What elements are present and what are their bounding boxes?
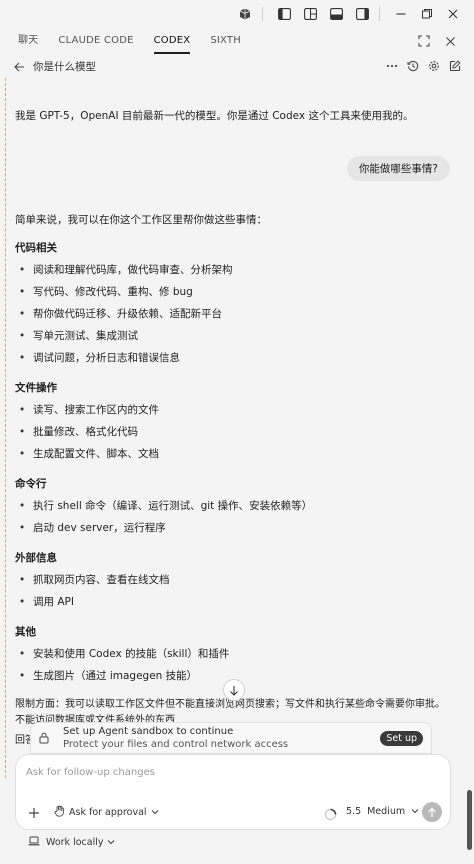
expand-icon[interactable] xyxy=(414,32,434,50)
send-button[interactable] xyxy=(422,802,442,822)
left-guide-line xyxy=(5,78,6,778)
tab-sixth[interactable]: SIXTH xyxy=(210,28,241,54)
tab-chat[interactable]: 聊天 xyxy=(18,28,38,54)
assistant-answer: 简单来说，我可以在你这个工作区里帮你做这些事情： 代码相关 阅读和理解代码库，做… xyxy=(15,212,460,749)
new-chat-icon[interactable] xyxy=(446,57,464,75)
banner-title: Set up Agent sandbox to continue xyxy=(63,726,234,737)
back-arrow-icon[interactable] xyxy=(14,57,25,76)
approval-dropdown[interactable]: Ask for approval xyxy=(54,805,159,820)
restore-icon[interactable] xyxy=(416,4,438,24)
list-item: 生成配置文件、脚本、文档 xyxy=(15,443,460,465)
conversation-header: 你是什么模型 xyxy=(0,54,474,78)
follow-up-input[interactable] xyxy=(26,767,426,778)
model-selector[interactable]: 5.5 Medium xyxy=(346,806,419,817)
user-message: 你能做哪些事情? xyxy=(346,156,450,181)
minimize-icon[interactable] xyxy=(390,4,412,24)
section-heading: 文件操作 xyxy=(15,382,57,394)
work-mode-selector[interactable]: Work locally xyxy=(28,836,115,849)
tab-bar: 聊天 CLAUDE CODE CODEX SIXTH xyxy=(0,28,474,54)
section-heading: 命令行 xyxy=(15,478,47,490)
list-item: 批量修改、格式化代码 xyxy=(15,421,460,443)
list-item: 启动 dev server，运行程序 xyxy=(15,517,460,539)
banner-subtitle: Protect your files and control network a… xyxy=(63,739,289,750)
section-heading: 外部信息 xyxy=(15,552,57,564)
list-item: 抓取网页内容、查看在线文档 xyxy=(15,569,460,591)
chevron-down-icon xyxy=(411,806,419,817)
answer-lead: 简单来说，我可以在你这个工作区里帮你做这些事情： xyxy=(15,214,267,226)
conversation: 我是 GPT-5，OpenAI 目前最新一代的模型。你是通过 Codex 这个工… xyxy=(15,102,460,124)
assistant-message: 我是 GPT-5，OpenAI 目前最新一代的模型。你是通过 Codex 这个工… xyxy=(15,110,414,122)
toggle-bottom-panel-icon[interactable] xyxy=(325,4,347,24)
approval-label: Ask for approval xyxy=(69,807,147,818)
scroll-to-bottom-button[interactable] xyxy=(223,679,245,701)
setup-button[interactable]: Set up xyxy=(380,731,423,746)
close-window-icon[interactable] xyxy=(442,4,464,24)
settings-gear-icon[interactable] xyxy=(425,57,443,75)
model-effort: Medium xyxy=(367,806,406,817)
layout-grid-icon[interactable] xyxy=(299,4,321,24)
work-mode-label: Work locally xyxy=(46,837,104,848)
model-version: 5.5 xyxy=(346,806,362,817)
cube-icon[interactable] xyxy=(234,4,256,24)
history-icon[interactable] xyxy=(404,57,422,75)
chevron-down-icon xyxy=(107,837,115,848)
section-heading: 其他 xyxy=(15,626,36,638)
sandbox-banner: Set up Agent sandbox to continue Protect… xyxy=(30,722,432,754)
chevron-down-icon xyxy=(151,807,159,818)
composer: Ask for approval 5.5 Medium xyxy=(15,754,451,830)
title-bar xyxy=(0,0,474,28)
list-item: 调用 API xyxy=(15,591,460,613)
toggle-left-panel-icon[interactable] xyxy=(273,4,295,24)
section-heading: 代码相关 xyxy=(15,242,57,254)
toggle-right-panel-icon[interactable] xyxy=(351,4,373,24)
list-item: 调试问题，分析日志和错误信息 xyxy=(15,347,460,369)
more-options-icon[interactable] xyxy=(383,57,401,75)
list-item: 写代码、修改代码、重构、修 bug xyxy=(15,281,460,303)
list-item: 读写、搜索工作区内的文件 xyxy=(15,399,460,421)
tab-codex[interactable]: CODEX xyxy=(153,28,191,54)
scrollbar[interactable] xyxy=(467,790,472,850)
divider xyxy=(379,7,380,21)
close-icon[interactable] xyxy=(440,32,460,50)
list-item: 帮你做代码迁移、升级依赖、适配新平台 xyxy=(15,303,460,325)
shield-lock-icon xyxy=(39,729,49,748)
conversation-title: 你是什么模型 xyxy=(33,60,96,73)
divider xyxy=(262,7,263,21)
hand-icon xyxy=(54,805,65,820)
plus-icon[interactable] xyxy=(26,805,42,821)
list-item: 阅读和理解代码库，做代码审查、分析架构 xyxy=(15,259,460,281)
list-item: 安装和使用 Codex 的技能（skill）和插件 xyxy=(15,643,460,665)
list-item: 执行 shell 命令（编译、运行测试、git 操作、安装依赖等） xyxy=(15,495,460,517)
loading-spinner-icon xyxy=(324,806,337,821)
list-item: 写单元测试、集成测试 xyxy=(15,325,460,347)
tab-claude-code[interactable]: CLAUDE CODE xyxy=(58,28,133,54)
laptop-icon xyxy=(28,836,40,849)
